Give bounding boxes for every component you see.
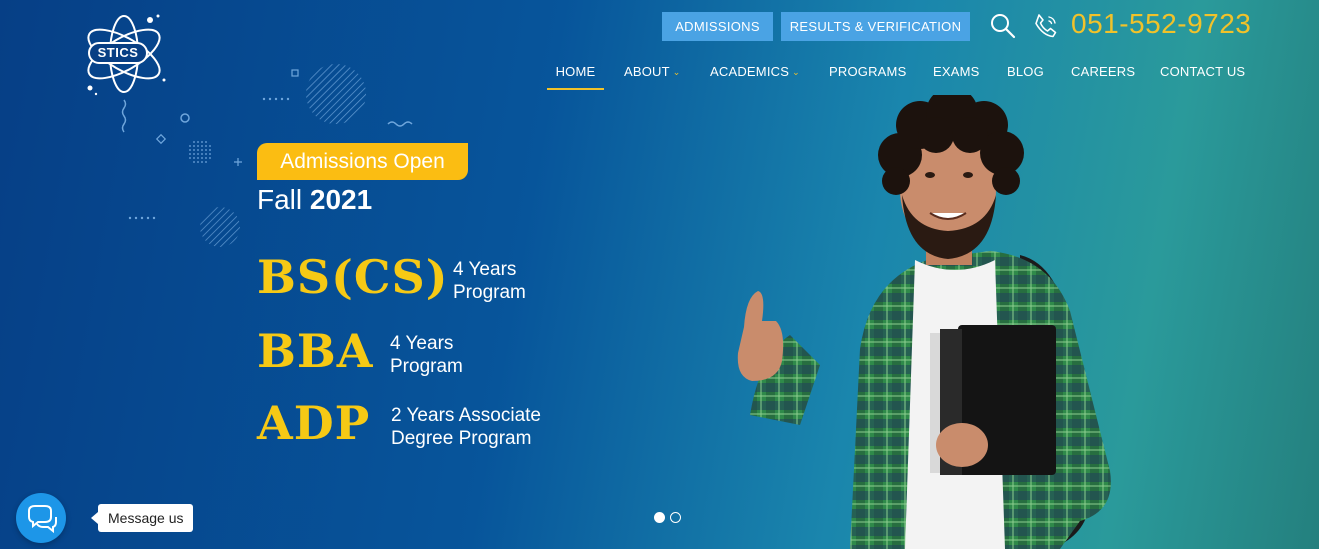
program-type: Degree Program [391, 428, 532, 449]
nav-item-academics[interactable]: ACADEMICS ⌄ [710, 58, 800, 90]
intake-year: 2021 [309, 184, 373, 215]
nav-item-programs[interactable]: PROGRAMS [829, 58, 906, 90]
carousel-dot-1[interactable] [654, 512, 665, 523]
hero-section: STICS ADMISSIONS RESULTS & VERIFICATION [0, 0, 1319, 549]
program-name: ADP [257, 396, 371, 450]
program-duration: 2 Years Associate [391, 405, 541, 426]
search-icon[interactable] [989, 12, 1017, 40]
admissions-button[interactable]: ADMISSIONS [662, 12, 773, 41]
nav-item-about[interactable]: ABOUT ⌄ [624, 58, 681, 90]
program-description: 2 Years Associate Degree Program [391, 404, 541, 450]
nav-item-blog[interactable]: BLOG [1007, 58, 1044, 90]
nav-label: CONTACT US [1160, 64, 1246, 79]
phone-icon [1035, 14, 1057, 38]
nav-label: PROGRAMS [829, 64, 907, 79]
nav-label: ABOUT [624, 64, 670, 79]
program-duration: 4 Years [453, 259, 517, 280]
program-duration: 4 Years [390, 333, 454, 354]
carousel-dot-2[interactable] [670, 512, 681, 523]
results-verification-button[interactable]: RESULTS & VERIFICATION [781, 12, 970, 41]
site-logo[interactable]: STICS [80, 10, 172, 100]
nav-label: BLOG [1007, 64, 1044, 79]
program-description: 4 Years Program [390, 332, 463, 378]
nav-item-contact-us[interactable]: CONTACT US [1160, 58, 1245, 90]
decorative-shapes [121, 64, 413, 247]
program-type: Program [453, 282, 526, 303]
nav-item-home[interactable]: HOME [547, 58, 604, 90]
nav-label: ACADEMICS [710, 64, 790, 79]
message-us-label[interactable]: Message us [90, 504, 194, 532]
nav-label: EXAMS [933, 64, 980, 79]
phone-number[interactable]: 051-552-9723 [1071, 8, 1251, 40]
program-name: BBA [257, 324, 374, 378]
nav-label: HOME [555, 64, 596, 79]
nav-item-exams[interactable]: EXAMS [933, 58, 980, 90]
program-name: BS(CS) [257, 250, 449, 304]
chevron-down-icon: ⌄ [792, 67, 800, 77]
student-photo [737, 95, 1111, 549]
chevron-down-icon: ⌄ [672, 67, 681, 77]
intake-heading: Fall 2021 [257, 184, 372, 216]
program-description: 4 Years Program [453, 258, 526, 304]
chat-button[interactable] [16, 493, 66, 543]
nav-label: CAREERS [1071, 64, 1136, 79]
intake-season: Fall [257, 184, 303, 215]
admissions-open-badge: Admissions Open [257, 143, 468, 180]
nav-item-careers[interactable]: CAREERS [1071, 58, 1135, 90]
program-type: Program [390, 356, 463, 377]
chat-icon [28, 505, 57, 534]
logo-wordmark: STICS [88, 42, 148, 64]
